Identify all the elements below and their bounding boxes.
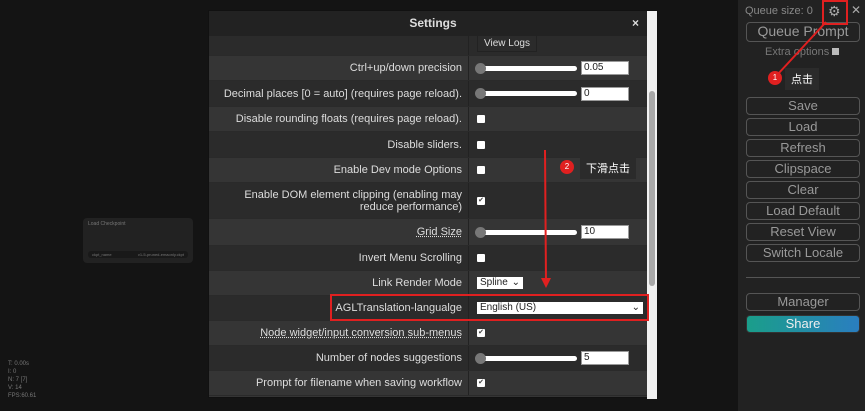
- arrow-1: [777, 21, 827, 75]
- step-1-badge: 1: [768, 71, 782, 85]
- annotation-arrows: [541, 21, 827, 288]
- step-2-label: 下滑点击: [580, 157, 636, 179]
- arrow-2-head: [541, 278, 551, 288]
- step-1-label: 点击: [785, 68, 819, 90]
- highlight-language-row: [330, 294, 649, 321]
- step-2-badge: 2: [560, 160, 574, 174]
- arrow-2: [544, 149, 547, 283]
